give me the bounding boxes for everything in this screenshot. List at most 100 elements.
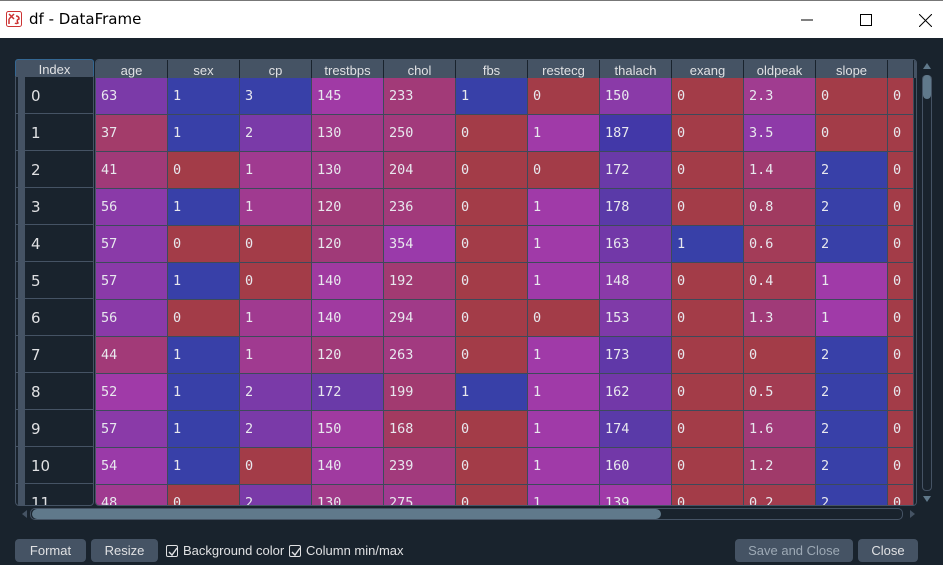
table-cell[interactable]: 150 — [312, 411, 384, 448]
vertical-scrollbar[interactable] — [920, 61, 934, 505]
table-cell[interactable]: 0 — [888, 115, 914, 152]
table-cell[interactable]: 0 — [168, 152, 240, 189]
table-cell[interactable]: 0 — [816, 115, 888, 152]
scroll-down-arrow-icon[interactable] — [923, 496, 931, 502]
table-cell[interactable]: 0 — [888, 78, 914, 115]
index-cell[interactable]: 7 — [16, 336, 93, 373]
table-cell[interactable]: 1 — [168, 189, 240, 226]
table-cell[interactable]: 1 — [816, 263, 888, 300]
table-cell[interactable]: 173 — [600, 337, 672, 374]
table-cell[interactable]: 2 — [816, 152, 888, 189]
table-cell[interactable]: 140 — [312, 448, 384, 485]
table-cell[interactable]: 1 — [528, 263, 600, 300]
table-cell[interactable]: 0 — [528, 78, 600, 115]
table-cell[interactable]: 148 — [600, 263, 672, 300]
table-cell[interactable]: 0 — [888, 263, 914, 300]
table-cell[interactable]: 163 — [600, 226, 672, 263]
table-cell[interactable]: 0 — [168, 485, 240, 505]
table-cell[interactable]: 2 — [240, 374, 312, 411]
table-cell[interactable]: 2 — [816, 337, 888, 374]
table-cell[interactable]: 354 — [384, 226, 456, 263]
row-header-handle[interactable] — [18, 484, 25, 505]
table-cell[interactable]: 0 — [456, 115, 528, 152]
column-header[interactable]: cp — [240, 60, 312, 78]
minimize-button[interactable] — [784, 1, 830, 39]
table-cell[interactable]: 0 — [672, 374, 744, 411]
table-cell[interactable]: 2 — [816, 374, 888, 411]
table-cell[interactable]: 3 — [240, 78, 312, 115]
table-cell[interactable]: 1 — [168, 115, 240, 152]
table-cell[interactable]: 1 — [528, 485, 600, 505]
table-cell[interactable]: 1 — [528, 189, 600, 226]
table-cell[interactable]: 0 — [240, 448, 312, 485]
table-cell[interactable]: 0 — [528, 152, 600, 189]
table-cell[interactable]: 233 — [384, 78, 456, 115]
table-cell[interactable]: 130 — [312, 152, 384, 189]
column-header[interactable]: fbs — [456, 60, 528, 78]
table-cell[interactable]: 0 — [672, 337, 744, 374]
table-cell[interactable]: 1 — [456, 374, 528, 411]
table-cell[interactable]: 1.2 — [744, 448, 816, 485]
table-cell[interactable]: 56 — [96, 300, 168, 337]
table-cell[interactable]: 1 — [168, 337, 240, 374]
table-cell[interactable]: 145 — [312, 78, 384, 115]
column-header[interactable]: restecg — [528, 60, 600, 78]
column-header[interactable]: sex — [168, 60, 240, 78]
table-cell[interactable]: 0 — [240, 263, 312, 300]
table-cell[interactable]: 37 — [96, 115, 168, 152]
table-cell[interactable]: 130 — [312, 485, 384, 505]
table-cell[interactable]: 250 — [384, 115, 456, 152]
table-cell[interactable]: 0 — [456, 411, 528, 448]
table-cell[interactable]: 0 — [888, 152, 914, 189]
table-cell[interactable]: 0 — [168, 300, 240, 337]
table-cell[interactable]: 275 — [384, 485, 456, 505]
table-cell[interactable]: 0 — [456, 152, 528, 189]
index-cell[interactable]: 0 — [16, 77, 93, 114]
table-cell[interactable]: 0 — [672, 115, 744, 152]
table-cell[interactable]: 48 — [96, 485, 168, 505]
table-cell[interactable]: 0 — [456, 189, 528, 226]
table-cell[interactable]: 1 — [528, 226, 600, 263]
table-cell[interactable]: 0 — [888, 411, 914, 448]
column-header[interactable]: slope — [816, 60, 888, 78]
table-cell[interactable]: 54 — [96, 448, 168, 485]
table-cell[interactable]: 1 — [456, 78, 528, 115]
horizontal-scrollbar[interactable] — [20, 507, 917, 521]
row-header-handle[interactable] — [18, 336, 25, 372]
table-cell[interactable]: 1 — [168, 448, 240, 485]
table-cell[interactable]: 178 — [600, 189, 672, 226]
column-header[interactable]: age — [96, 60, 168, 78]
table-cell[interactable]: 130 — [312, 115, 384, 152]
table-cell[interactable]: 0.2 — [744, 485, 816, 505]
column-minmax-checkbox-box[interactable] — [289, 544, 301, 557]
index-cell[interactable]: 2 — [16, 151, 93, 188]
table-cell[interactable]: 236 — [384, 189, 456, 226]
table-cell[interactable]: 187 — [600, 115, 672, 152]
index-cell[interactable]: 5 — [16, 262, 93, 299]
table-cell[interactable]: 2 — [816, 226, 888, 263]
table-cell[interactable]: 1 — [168, 78, 240, 115]
row-header-handle[interactable] — [18, 151, 25, 187]
background-color-checkbox[interactable]: Background color — [166, 543, 284, 558]
table-cell[interactable]: 0 — [528, 300, 600, 337]
table-cell[interactable]: 153 — [600, 300, 672, 337]
column-header[interactable]: exang — [672, 60, 744, 78]
row-header-handle[interactable] — [18, 77, 25, 113]
table-cell[interactable]: 3.5 — [744, 115, 816, 152]
table-cell[interactable]: 0 — [456, 300, 528, 337]
row-header-handle[interactable] — [18, 262, 25, 298]
table-cell[interactable]: 57 — [96, 263, 168, 300]
index-cell[interactable]: 11 — [16, 484, 93, 505]
table-cell[interactable]: 1 — [168, 374, 240, 411]
table-cell[interactable]: 1 — [528, 448, 600, 485]
index-cell[interactable]: 3 — [16, 188, 93, 225]
table-cell[interactable]: 1 — [672, 226, 744, 263]
table-cell[interactable]: 0 — [240, 226, 312, 263]
table-cell[interactable]: 1.4 — [744, 152, 816, 189]
table-cell[interactable]: 120 — [312, 189, 384, 226]
table-cell[interactable]: 0 — [888, 374, 914, 411]
maximize-button[interactable] — [843, 1, 889, 39]
table-cell[interactable]: 239 — [384, 448, 456, 485]
table-cell[interactable]: 192 — [384, 263, 456, 300]
save-and-close-button[interactable]: Save and Close — [735, 539, 853, 562]
